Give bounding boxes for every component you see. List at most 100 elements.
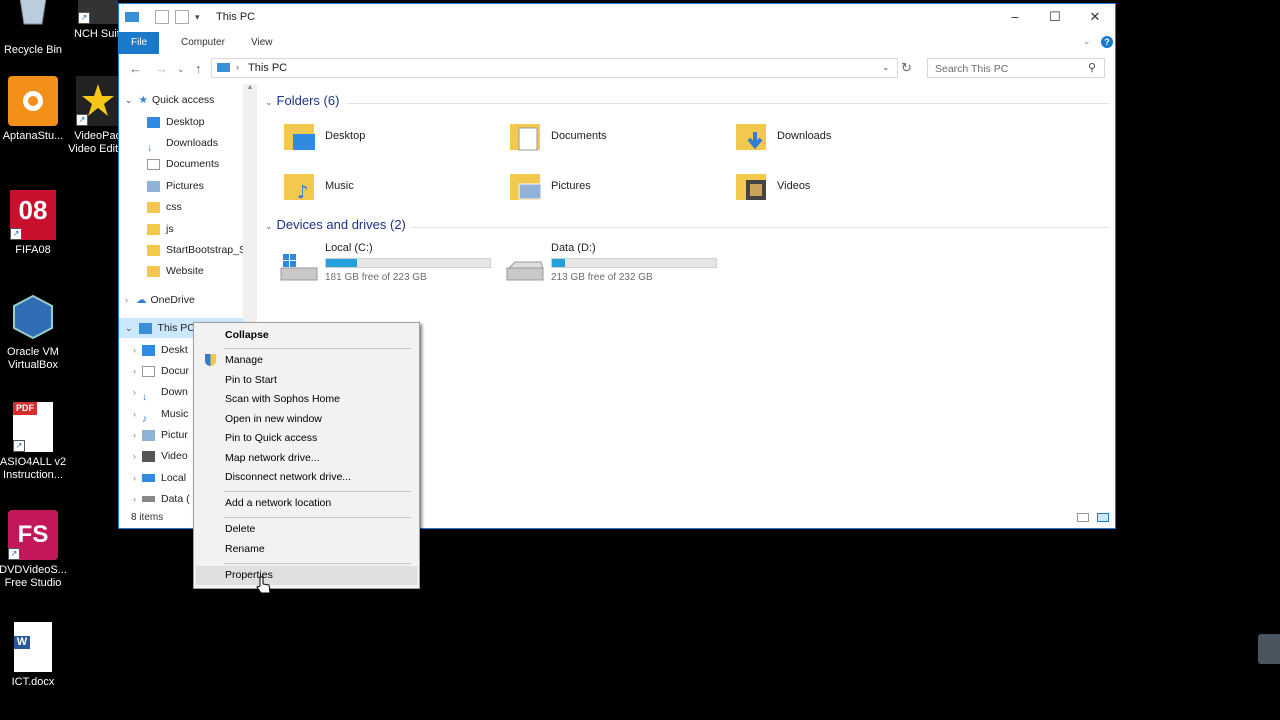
shortcut-arrow-icon: ↗ <box>78 12 90 24</box>
nav-item-css[interactable]: css <box>147 197 182 217</box>
drive-usage-bar <box>551 258 717 268</box>
nav-item-startbootstrap[interactable]: StartBootstrap_S <box>147 240 246 260</box>
window-title: This PC <box>216 11 256 23</box>
drive-icon <box>142 496 155 503</box>
up-button[interactable]: ↑ <box>195 61 202 76</box>
menu-item-scan-sophos[interactable]: Scan with Sophos Home <box>196 390 417 409</box>
windows-drive-icon <box>142 474 155 483</box>
help-icon[interactable]: ? <box>1101 36 1113 48</box>
quick-access-toolbar: ▾ <box>125 10 200 24</box>
nav-item-website[interactable]: Website <box>147 261 204 281</box>
nav-item-documents[interactable]: Documents <box>147 154 219 174</box>
nav-quick-access[interactable]: ⌄ ★ Quick access <box>125 90 214 110</box>
desktop-icon-virtualbox[interactable]: Oracle VM VirtualBox <box>0 292 69 372</box>
close-button[interactable]: ✕ <box>1075 4 1115 32</box>
desktop-icon-ict-docx[interactable]: W ICT.docx <box>0 622 69 689</box>
back-button[interactable]: ← <box>129 61 142 76</box>
menu-item-pin-to-start[interactable]: Pin to Start <box>196 371 417 390</box>
shield-icon <box>205 354 216 366</box>
nav-pc-music[interactable]: › ♪ Music <box>133 404 188 425</box>
download-icon: ↓ <box>142 390 148 403</box>
nav-item-pictures[interactable]: Pictures <box>147 176 204 196</box>
nav-item-js[interactable]: js <box>147 219 174 239</box>
context-menu: Collapse Manage Pin to Start Scan with S… <box>193 322 420 589</box>
desktop-icon-free-studio[interactable]: FS ↗ DVDVideoS... Free Studio <box>0 510 69 590</box>
desktop-icon-asio-pdf[interactable]: PDF ↗ ASIO4ALL v2 Instruction... <box>0 402 69 482</box>
nav-onedrive[interactable]: › ☁ OneDrive <box>125 290 195 310</box>
music-folder-icon: ♪ <box>284 174 314 202</box>
drive-local-c[interactable]: Local (C:) 181 GB free of 223 GB <box>279 242 519 286</box>
recycle-bin-icon <box>8 0 58 40</box>
search-box[interactable]: Search This PC ⚲ <box>927 58 1105 78</box>
documents-icon <box>142 365 155 377</box>
maximize-button[interactable]: ☐ <box>1035 4 1075 32</box>
address-dropdown-icon[interactable]: ⌄ <box>882 62 890 73</box>
menu-item-properties[interactable]: Properties <box>196 566 417 585</box>
word-doc-icon: W <box>14 622 52 672</box>
customize-toolbar-icon[interactable]: ▾ <box>195 12 200 23</box>
nav-pc-pictures[interactable]: › Pictur <box>133 425 188 445</box>
menu-item-open-new-window[interactable]: Open in new window <box>196 410 417 429</box>
nav-pc-desktop[interactable]: › Deskt <box>133 340 188 360</box>
chevron-down-icon: ⌄ <box>265 221 273 231</box>
menu-item-manage[interactable]: Manage <box>196 351 417 370</box>
folder-icon <box>147 265 160 277</box>
folder-icon <box>147 223 160 235</box>
desktop-icon <box>142 344 155 356</box>
this-pc-icon <box>125 12 139 22</box>
documents-folder-icon <box>510 124 540 151</box>
title-bar: ▾ This PC – ☐ ✕ <box>119 4 1115 32</box>
properties-icon[interactable] <box>155 10 169 24</box>
tab-file[interactable]: File <box>119 32 160 54</box>
menu-item-add-network-location[interactable]: Add a network location <box>196 494 417 513</box>
shortcut-arrow-icon: ↗ <box>8 548 20 560</box>
details-view-icon[interactable] <box>1077 513 1089 522</box>
nav-item-desktop[interactable]: Desktop <box>147 112 205 132</box>
drive-usage-bar <box>325 258 491 268</box>
menu-item-map-network-drive[interactable]: Map network drive... <box>196 449 417 468</box>
nav-pc-downloads[interactable]: › ↓ Down <box>133 382 188 403</box>
drive-usage-fill <box>326 259 358 267</box>
refresh-button[interactable]: ↻ <box>901 60 912 76</box>
this-pc-icon <box>138 322 152 334</box>
drives-group-header[interactable]: ⌄ Devices and drives (2) <box>265 217 406 232</box>
address-row: ← → ⌄ ↑ › This PC ⌄ ↻ Search This PC ⚲ <box>119 56 1115 82</box>
menu-item-rename[interactable]: Rename <box>196 540 417 559</box>
recent-locations-icon[interactable]: ⌄ <box>177 64 185 75</box>
downloads-folder-icon <box>736 124 766 150</box>
menu-item-pin-quick-access[interactable]: Pin to Quick access <box>196 429 417 448</box>
scroll-up-icon[interactable]: ▲ <box>243 84 257 91</box>
group-divider <box>411 227 1109 228</box>
address-bar[interactable]: › This PC ⌄ <box>211 58 898 78</box>
menu-item-delete[interactable]: Delete <box>196 520 417 539</box>
ribbon-tabs: File Computer View ⌄ ? <box>119 32 1115 54</box>
videos-folder-icon <box>736 174 766 200</box>
shortcut-arrow-icon: ↗ <box>76 114 88 126</box>
nav-pc-videos[interactable]: › Video <box>133 446 188 466</box>
tab-computer[interactable]: Computer <box>169 32 237 54</box>
new-folder-icon[interactable] <box>175 10 189 24</box>
floating-widget-icon[interactable] <box>1258 634 1280 664</box>
folders-group-header[interactable]: ⌄ Folders (6) <box>265 93 339 108</box>
large-icons-view-icon[interactable] <box>1097 513 1109 522</box>
menu-item-disconnect-network-drive[interactable]: Disconnect network drive... <box>196 468 417 487</box>
desktop-icon-fifa08[interactable]: 08 ↗ FIFA08 <box>0 190 69 257</box>
nav-item-downloads[interactable]: ↓ Downloads <box>147 133 218 154</box>
menu-item-collapse[interactable]: Collapse <box>196 326 417 345</box>
desktop-icon-aptana[interactable]: AptanaStu... <box>0 76 69 143</box>
search-icon: ⚲ <box>1088 62 1097 74</box>
free-studio-icon: FS ↗ <box>8 510 58 560</box>
nav-pc-data-d[interactable]: › Data ( <box>133 489 190 509</box>
forward-button[interactable]: → <box>155 61 168 76</box>
drive-data-d[interactable]: Data (D:) 213 GB free of 232 GB <box>505 242 745 286</box>
nav-pc-local-c[interactable]: › Local <box>133 468 186 488</box>
desktop-icon-recycle-bin[interactable]: Recycle Bin <box>0 0 69 57</box>
shortcut-arrow-icon: ↗ <box>13 440 25 452</box>
nav-pc-documents[interactable]: › Docur <box>133 361 189 381</box>
minimize-button[interactable]: – <box>995 4 1035 32</box>
aptana-studio-icon <box>8 76 58 126</box>
search-input[interactable]: Search This PC <box>935 63 1008 75</box>
expand-ribbon-icon[interactable]: ⌄ <box>1083 36 1091 47</box>
breadcrumb-separator-icon: › <box>236 62 239 72</box>
tab-view[interactable]: View <box>239 32 285 54</box>
